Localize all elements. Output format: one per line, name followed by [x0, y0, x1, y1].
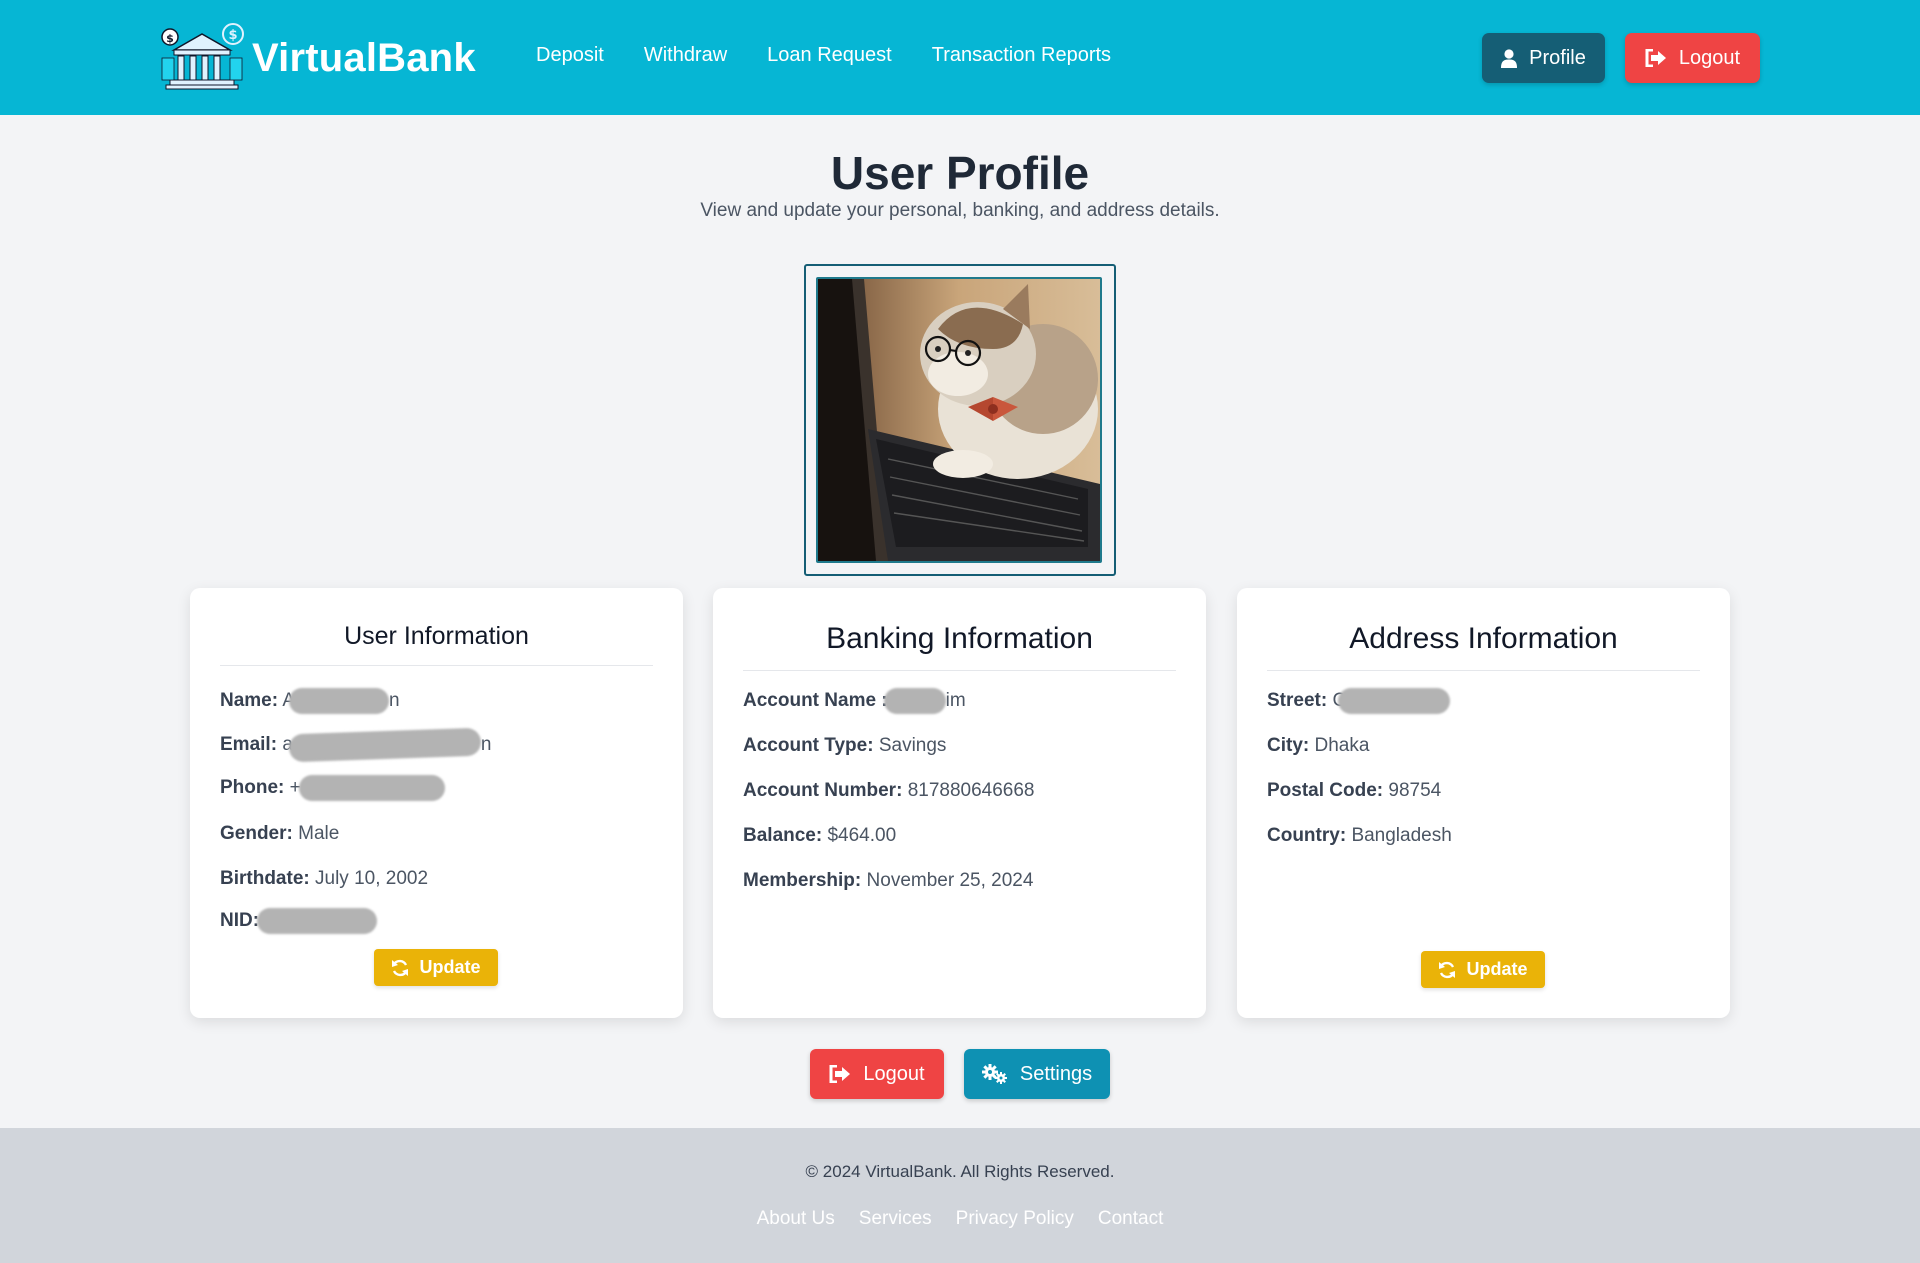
footer: © 2024 VirtualBank. All Rights Reserved.…: [0, 1128, 1920, 1263]
account-name-label: Account Name :: [743, 690, 888, 712]
email-suffix: n: [480, 734, 492, 756]
nid-redaction: [257, 908, 378, 934]
gender-label: Gender:: [220, 823, 293, 844]
logout-label: Logout: [863, 1062, 925, 1085]
page-title: User Profile: [830, 147, 1090, 199]
balance-label: Balance:: [743, 825, 823, 846]
account-number-value: 817880646668: [907, 780, 1035, 801]
cogs-icon: [981, 1064, 1007, 1084]
profile-button-label: Profile: [1529, 46, 1586, 69]
logout-button-header[interactable]: Logout: [1625, 33, 1760, 83]
sign-out-icon: [829, 1065, 851, 1083]
country-label: Country:: [1267, 825, 1347, 846]
name-suffix: n: [389, 690, 400, 712]
postal-code-row: Postal Code: 98754: [1267, 780, 1441, 802]
email-redaction: [288, 727, 482, 763]
settings-label: Settings: [1019, 1062, 1093, 1085]
email-row: Email: an: [220, 727, 492, 763]
update-address-button[interactable]: Update: [1421, 951, 1545, 988]
bank-building-icon: $ $: [160, 22, 244, 95]
account-type-row: Account Type: Savings: [743, 735, 946, 757]
city-value: Dhaka: [1314, 735, 1370, 756]
phone-label: Phone:: [220, 777, 285, 799]
postal-code-value: 98754: [1388, 780, 1442, 801]
street-label: Street:: [1267, 690, 1328, 712]
balance-value: $464.00: [827, 825, 897, 846]
postal-code-label: Postal Code:: [1267, 780, 1384, 801]
city-label: City:: [1267, 735, 1310, 756]
footer-links: About Us Services Privacy Policy Contact: [0, 1208, 1920, 1230]
refresh-icon: [392, 959, 409, 976]
copyright-text: © 2024 VirtualBank. All Rights Reserved.: [805, 1162, 1115, 1181]
nid-label: NID:: [220, 910, 260, 932]
country-value: Bangladesh: [1351, 825, 1452, 846]
city-row: City: Dhaka: [1267, 735, 1369, 757]
refresh-icon: [1439, 961, 1456, 978]
birthdate-row: Birthdate: July 10, 2002: [220, 868, 428, 890]
user-information-card: User Information Name: An Email: an Phon…: [190, 588, 683, 1018]
birthdate-value: July 10, 2002: [315, 868, 429, 889]
user-icon: [1501, 48, 1518, 68]
gender-row: Gender: Male: [220, 823, 339, 845]
account-name-suffix: im: [945, 690, 966, 712]
account-type-value: Savings: [878, 735, 947, 756]
address-information-title: Address Information: [1267, 622, 1700, 671]
update-user-button[interactable]: Update: [374, 949, 498, 986]
page-subtitle: View and update your personal, banking, …: [700, 200, 1220, 221]
address-information-card: Address Information Street: C City: Dhak…: [1237, 588, 1730, 1018]
account-type-label: Account Type:: [743, 735, 874, 756]
phone-row: Phone: +: [220, 775, 445, 801]
banking-information-card: Banking Information Account Name : im Acc…: [713, 588, 1206, 1018]
footer-link-privacy-policy[interactable]: Privacy Policy: [956, 1208, 1074, 1230]
street-row: Street: C: [1267, 688, 1451, 714]
svg-text:$: $: [228, 28, 237, 43]
name-row: Name: An: [220, 688, 400, 714]
update-address-label: Update: [1466, 959, 1528, 979]
name-redaction: [289, 688, 389, 714]
membership-label: Membership:: [743, 870, 862, 891]
name-label: Name:: [220, 690, 279, 712]
profile-picture: [816, 277, 1102, 563]
street-redaction: [1338, 688, 1451, 714]
profile-button[interactable]: Profile: [1482, 33, 1605, 83]
birthdate-label: Birthdate:: [220, 868, 310, 889]
membership-value: November 25, 2024: [866, 870, 1034, 891]
account-number-row: Account Number: 817880646668: [743, 780, 1035, 802]
account-name-redaction: [883, 688, 946, 714]
membership-row: Membership: November 25, 2024: [743, 870, 1033, 892]
nav-deposit[interactable]: Deposit: [536, 44, 604, 67]
phone-redaction: [298, 775, 445, 801]
settings-button[interactable]: Settings: [964, 1049, 1110, 1099]
balance-row: Balance: $464.00: [743, 825, 896, 847]
top-navbar: $ $ VirtualBank Deposit Withdraw Loan Re…: [0, 0, 1920, 115]
user-information-title: User Information: [220, 622, 653, 666]
main-nav: Deposit Withdraw Loan Request Transactio…: [536, 44, 1151, 67]
svg-text:$: $: [166, 32, 174, 45]
email-label: Email:: [220, 734, 278, 756]
brand-name: VirtualBank: [252, 36, 476, 80]
profile-picture-frame[interactable]: [804, 264, 1116, 576]
logout-button[interactable]: Logout: [810, 1049, 944, 1099]
banking-information-title: Banking Information: [743, 622, 1176, 671]
account-number-label: Account Number:: [743, 780, 903, 801]
nid-row: NID:: [220, 908, 378, 934]
logout-button-label: Logout: [1678, 46, 1741, 69]
footer-link-contact[interactable]: Contact: [1098, 1208, 1163, 1230]
footer-link-services[interactable]: Services: [859, 1208, 932, 1230]
update-user-label: Update: [419, 957, 481, 977]
sign-out-icon: [1645, 49, 1666, 67]
nav-transaction-reports[interactable]: Transaction Reports: [932, 44, 1111, 67]
nav-loan-request[interactable]: Loan Request: [767, 44, 892, 67]
gender-value: Male: [298, 823, 340, 844]
logo[interactable]: $ $ VirtualBank: [160, 22, 476, 95]
footer-link-about-us[interactable]: About Us: [757, 1208, 835, 1230]
account-name-row: Account Name : im: [743, 688, 966, 714]
nav-withdraw[interactable]: Withdraw: [644, 44, 727, 67]
country-row: Country: Bangladesh: [1267, 825, 1452, 847]
